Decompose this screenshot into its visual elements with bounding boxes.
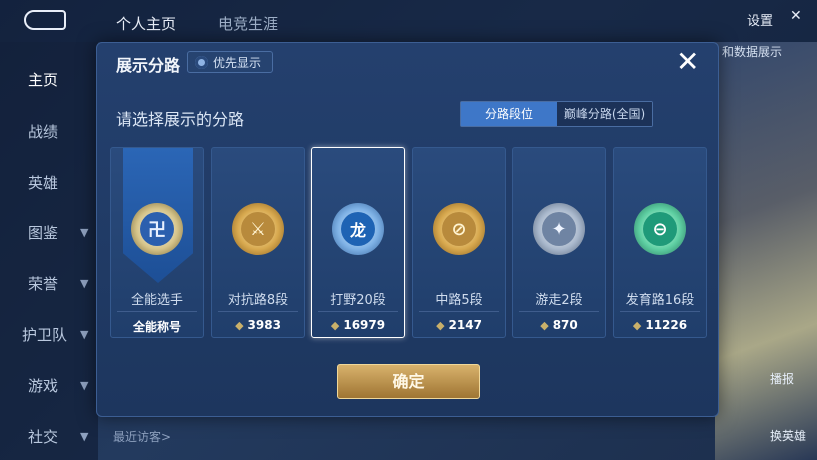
lane-name: 打野20段 bbox=[330, 293, 386, 308]
roam-emblem-icon: ✦ bbox=[533, 203, 585, 255]
sidebar-item-guard[interactable]: 护卫队 bbox=[22, 324, 67, 345]
divider bbox=[419, 311, 499, 312]
sidebar-item-game[interactable]: 游戏 bbox=[28, 375, 58, 396]
modal-subtitle: 请选择展示的分路 bbox=[116, 110, 245, 129]
divider bbox=[218, 311, 298, 312]
divider bbox=[519, 311, 599, 312]
lane-value: ◆ 16979 bbox=[330, 318, 386, 332]
sidebar-item-home[interactable]: 主页 bbox=[28, 69, 58, 90]
lane-value: ◆ 2147 bbox=[436, 318, 482, 332]
recent-visitors[interactable]: 最近访客> bbox=[113, 428, 171, 445]
sidebar-item-record[interactable]: 战绩 bbox=[28, 121, 58, 142]
lane-card-roam[interactable]: ✦ 游走2段 ◆ 870 bbox=[512, 147, 606, 338]
lane-card-farm[interactable]: ⊖ 发育路16段 ◆ 11226 bbox=[613, 147, 707, 338]
tab-personal-home[interactable]: 个人主页 bbox=[116, 13, 176, 34]
mid-lane-emblem-icon: ⊘ bbox=[433, 203, 485, 255]
lane-value: 全能称号 bbox=[132, 320, 181, 334]
tab-lane-rank[interactable]: 分路段位 bbox=[461, 102, 557, 126]
diamond-icon: ◆ bbox=[436, 319, 445, 332]
right-data-link[interactable]: 和数据展示 bbox=[722, 43, 782, 60]
chevron-down-icon: ▼ bbox=[80, 277, 89, 290]
lane-name: 中路5段 bbox=[435, 293, 483, 308]
modal-close-icon[interactable]: ✕ bbox=[676, 48, 699, 76]
lane-card-jungle[interactable]: 龙 打野20段 ◆ 16979 bbox=[311, 147, 405, 338]
diamond-icon: ◆ bbox=[235, 319, 244, 332]
tab-peak-lane[interactable]: 巅峰分路(全国) bbox=[557, 102, 652, 126]
settings-button[interactable]: 设置 bbox=[747, 10, 773, 29]
close-icon[interactable]: ✕ bbox=[790, 8, 802, 24]
chevron-down-icon: ▼ bbox=[80, 379, 89, 392]
sidebar-item-hero[interactable]: 英雄 bbox=[28, 172, 58, 193]
lane-name: 全能选手 bbox=[130, 293, 183, 308]
sidebar-item-social[interactable]: 社交 bbox=[28, 426, 58, 447]
lane-name: 游走2段 bbox=[535, 293, 583, 308]
priority-display-label: 优先显示 bbox=[213, 55, 262, 70]
sidebar bbox=[0, 42, 98, 460]
lane-value: ◆ 3983 bbox=[235, 318, 281, 332]
lane-name: 发育路16段 bbox=[625, 293, 695, 308]
diamond-icon: ◆ bbox=[632, 319, 642, 332]
lane-card-all-round[interactable]: 卍 全能选手 全能称号 bbox=[110, 147, 204, 338]
farm-lane-emblem-icon: ⊖ bbox=[634, 203, 686, 255]
tab-esports-career[interactable]: 电竞生涯 bbox=[218, 13, 278, 34]
jungle-emblem-icon: 龙 bbox=[332, 203, 384, 255]
lane-tab-group: 分路段位 巅峰分路(全国) bbox=[460, 101, 653, 127]
divider bbox=[117, 311, 197, 312]
lane-value: ◆ 870 bbox=[540, 318, 578, 332]
sidebar-item-codex[interactable]: 图鉴 bbox=[28, 222, 58, 243]
modal-title: 展示分路 bbox=[116, 56, 181, 75]
lane-value: ◆ 11226 bbox=[632, 318, 688, 332]
diamond-icon: ◆ bbox=[540, 319, 549, 332]
lane-card-mid[interactable]: ⊘ 中路5段 ◆ 2147 bbox=[412, 147, 506, 338]
change-hero-button[interactable]: 换英雄 bbox=[770, 427, 806, 444]
chevron-down-icon: ▼ bbox=[80, 226, 89, 239]
all-round-emblem-icon: 卍 bbox=[131, 203, 183, 255]
confirm-button[interactable]: 确定 bbox=[337, 364, 480, 399]
sidebar-item-honor[interactable]: 荣誉 bbox=[28, 273, 58, 294]
back-arrow-icon[interactable] bbox=[24, 10, 66, 30]
chevron-down-icon: ▼ bbox=[80, 430, 89, 443]
hero-artwork bbox=[715, 42, 817, 460]
priority-display-button[interactable]: 优先显示 bbox=[187, 51, 273, 73]
lane-card-clash[interactable]: ⚔ 对抗路8段 ◆ 3983 bbox=[211, 147, 305, 338]
diamond-icon: ◆ bbox=[330, 319, 340, 332]
clash-lane-emblem-icon: ⚔ bbox=[232, 203, 284, 255]
chevron-down-icon: ▼ bbox=[80, 328, 89, 341]
broadcast-button[interactable]: 播报 bbox=[770, 370, 794, 387]
gear-icon bbox=[195, 55, 208, 69]
divider bbox=[318, 311, 398, 312]
lane-name: 对抗路8段 bbox=[227, 293, 289, 308]
divider bbox=[620, 311, 700, 312]
